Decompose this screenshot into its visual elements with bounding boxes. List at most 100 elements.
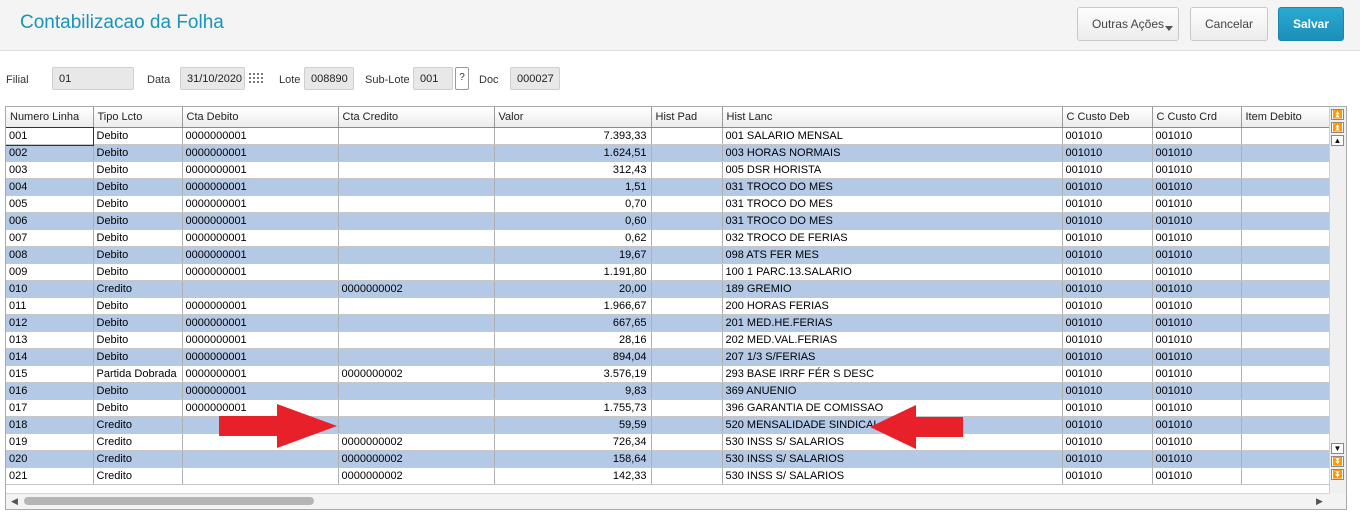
cell-c-custo-crd[interactable]: 001010 xyxy=(1152,365,1242,383)
cell-numero-linha[interactable]: 021 xyxy=(6,467,94,485)
data-field[interactable]: 31/10/2020 xyxy=(180,67,245,90)
cell-item-debito[interactable] xyxy=(1241,263,1331,281)
cell-cta-debito[interactable]: 0000000001 xyxy=(182,297,339,315)
cell-numero-linha[interactable]: 019 xyxy=(6,433,94,451)
cell-c-custo-crd[interactable]: 001010 xyxy=(1152,450,1242,468)
cell-valor[interactable]: 667,65 xyxy=(494,314,652,332)
scroll-bottom-icon[interactable]: ⏬ xyxy=(1331,469,1344,480)
cell-hist-pad[interactable] xyxy=(651,212,723,230)
cell-item-debito[interactable] xyxy=(1241,178,1331,196)
cell-cta-credito[interactable] xyxy=(338,161,495,179)
table-row[interactable]: 005 Debito 0000000001 0,70 031 TROCO DO MES 0… xyxy=(6,195,1331,213)
cell-cta-credito[interactable] xyxy=(338,348,495,366)
cell-hist-pad[interactable] xyxy=(651,161,723,179)
cell-hist-pad[interactable] xyxy=(651,365,723,383)
cell-item-debito[interactable] xyxy=(1241,127,1331,145)
cell-c-custo-deb[interactable]: 001010 xyxy=(1062,280,1153,298)
cancel-button[interactable]: Cancelar xyxy=(1190,7,1268,41)
cell-c-custo-deb[interactable]: 001010 xyxy=(1062,212,1153,230)
cell-valor[interactable]: 312,43 xyxy=(494,161,652,179)
table-row[interactable]: 010 Credito 0000000002 20,00 189 GREMIO 00101… xyxy=(6,280,1331,298)
cell-hist-pad[interactable] xyxy=(651,382,723,400)
cell-valor[interactable]: 1.191,80 xyxy=(494,263,652,281)
cell-item-debito[interactable] xyxy=(1241,144,1331,162)
cell-tipo-lcto[interactable]: Debito xyxy=(93,178,183,196)
cell-valor[interactable]: 1.755,73 xyxy=(494,399,652,417)
cell-hist-pad[interactable] xyxy=(651,399,723,417)
cell-hist-lanc[interactable]: 003 HORAS NORMAIS xyxy=(722,144,1063,162)
horizontal-scroll-thumb[interactable] xyxy=(24,497,314,505)
cell-cta-credito[interactable] xyxy=(338,246,495,264)
cell-cta-credito[interactable] xyxy=(338,178,495,196)
cell-hist-pad[interactable] xyxy=(651,416,723,434)
column-header-c-custo-crd[interactable]: C Custo Crd xyxy=(1152,107,1242,128)
table-row[interactable]: 019 Credito 0000000002 726,34 530 INSS S/ SA… xyxy=(6,433,1331,451)
cell-c-custo-crd[interactable]: 001010 xyxy=(1152,348,1242,366)
cell-c-custo-crd[interactable]: 001010 xyxy=(1152,161,1242,179)
cell-hist-pad[interactable] xyxy=(651,348,723,366)
cell-tipo-lcto[interactable]: Debito xyxy=(93,127,183,145)
cell-item-debito[interactable] xyxy=(1241,314,1331,332)
cell-tipo-lcto[interactable]: Debito xyxy=(93,314,183,332)
cell-hist-pad[interactable] xyxy=(651,144,723,162)
outras-acoes-button[interactable]: Outras Ações xyxy=(1077,7,1179,41)
cell-cta-credito[interactable] xyxy=(338,416,495,434)
cell-c-custo-crd[interactable]: 001010 xyxy=(1152,246,1242,264)
cell-valor[interactable]: 59,59 xyxy=(494,416,652,434)
cell-valor[interactable]: 0,70 xyxy=(494,195,652,213)
cell-cta-debito[interactable]: 0000000001 xyxy=(182,314,339,332)
scroll-top-icon[interactable]: ⏫ xyxy=(1331,109,1344,120)
table-row[interactable]: 018 Credito 59,59 520 MENSALIDADE SINDICAL 0… xyxy=(6,416,1331,434)
cell-cta-debito[interactable] xyxy=(182,450,339,468)
cell-c-custo-crd[interactable]: 001010 xyxy=(1152,144,1242,162)
cell-hist-pad[interactable] xyxy=(651,127,723,145)
cell-hist-lanc[interactable]: 100 1 PARC.13.SALARIO xyxy=(722,263,1063,281)
cell-c-custo-deb[interactable]: 001010 xyxy=(1062,246,1153,264)
cell-hist-lanc[interactable]: 098 ATS FER MES xyxy=(722,246,1063,264)
cell-cta-credito[interactable]: 0000000002 xyxy=(338,450,495,468)
scroll-down-icon[interactable]: ▼ xyxy=(1331,443,1344,454)
cell-valor[interactable]: 19,67 xyxy=(494,246,652,264)
table-row[interactable]: 009 Debito 0000000001 1.191,80 100 1 PARC.13… xyxy=(6,263,1331,281)
cell-valor[interactable]: 158,64 xyxy=(494,450,652,468)
cell-cta-debito[interactable] xyxy=(182,467,339,485)
cell-numero-linha[interactable]: 003 xyxy=(6,161,94,179)
cell-numero-linha[interactable]: 006 xyxy=(6,212,94,230)
cell-c-custo-deb[interactable]: 001010 xyxy=(1062,450,1153,468)
scroll-right-icon[interactable]: ▶ xyxy=(1316,496,1323,507)
table-row[interactable]: 017 Debito 0000000001 1.755,73 396 GARANTIA … xyxy=(6,399,1331,417)
cell-c-custo-deb[interactable]: 001010 xyxy=(1062,297,1153,315)
cell-item-debito[interactable] xyxy=(1241,195,1331,213)
lote-field[interactable]: 008890 xyxy=(304,67,354,90)
cell-hist-pad[interactable] xyxy=(651,229,723,247)
cell-hist-lanc[interactable]: 005 DSR HORISTA xyxy=(722,161,1063,179)
cell-numero-linha[interactable]: 014 xyxy=(6,348,94,366)
table-row[interactable]: 016 Debito 0000000001 9,83 369 ANUENIO 001010… xyxy=(6,382,1331,400)
cell-hist-lanc[interactable]: 530 INSS S/ SALARIOS xyxy=(722,467,1063,485)
cell-c-custo-crd[interactable]: 001010 xyxy=(1152,195,1242,213)
cell-tipo-lcto[interactable]: Credito xyxy=(93,450,183,468)
sublote-field[interactable]: 001 xyxy=(413,67,453,90)
cell-cta-debito[interactable] xyxy=(182,280,339,298)
cell-cta-credito[interactable] xyxy=(338,382,495,400)
cell-c-custo-crd[interactable]: 001010 xyxy=(1152,280,1242,298)
cell-numero-linha[interactable]: 012 xyxy=(6,314,94,332)
cell-cta-credito[interactable] xyxy=(338,263,495,281)
cell-hist-lanc[interactable]: 031 TROCO DO MES xyxy=(722,195,1063,213)
cell-hist-pad[interactable] xyxy=(651,178,723,196)
cell-tipo-lcto[interactable]: Partida Dobrada xyxy=(93,365,183,383)
cell-c-custo-crd[interactable]: 001010 xyxy=(1152,297,1242,315)
cell-hist-pad[interactable] xyxy=(651,195,723,213)
table-row[interactable]: 013 Debito 0000000001 28,16 202 MED.VAL.FERI… xyxy=(6,331,1331,349)
column-header-numero-linha[interactable]: Numero Linha xyxy=(6,107,94,128)
cell-item-debito[interactable] xyxy=(1241,433,1331,451)
cell-valor[interactable]: 0,62 xyxy=(494,229,652,247)
table-row[interactable]: 004 Debito 0000000001 1,51 031 TROCO DO MES 0… xyxy=(6,178,1331,196)
cell-tipo-lcto[interactable]: Debito xyxy=(93,212,183,230)
cell-c-custo-deb[interactable]: 001010 xyxy=(1062,365,1153,383)
cell-hist-pad[interactable] xyxy=(651,314,723,332)
cell-hist-pad[interactable] xyxy=(651,450,723,468)
cell-c-custo-crd[interactable]: 001010 xyxy=(1152,331,1242,349)
cell-item-debito[interactable] xyxy=(1241,212,1331,230)
cell-numero-linha[interactable]: 011 xyxy=(6,297,94,315)
